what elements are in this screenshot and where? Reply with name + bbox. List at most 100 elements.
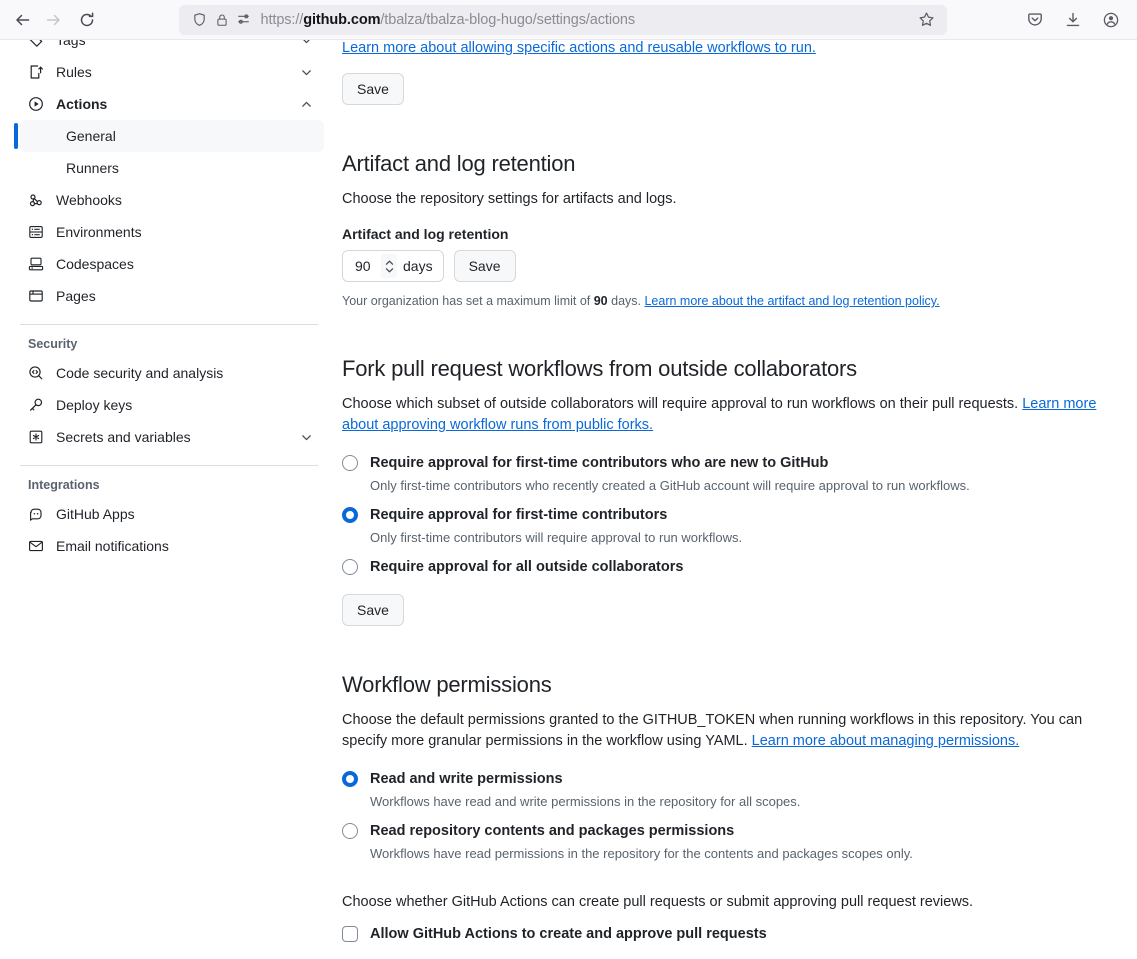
radio-label: Read repository contents and packages pe… xyxy=(370,823,735,839)
radio-button-selected[interactable] xyxy=(342,507,358,523)
sidebar-item-deploy-keys[interactable]: Deploy keys xyxy=(14,389,324,421)
radio-option-read-and-write[interactable]: Read and write permissions xyxy=(342,768,1110,790)
webhook-icon xyxy=(28,192,44,208)
star-icon[interactable] xyxy=(913,7,941,33)
save-button-fork-workflows[interactable]: Save xyxy=(342,594,404,626)
tag-icon xyxy=(28,40,44,48)
code-security-icon xyxy=(28,365,44,381)
radio-button-selected[interactable] xyxy=(342,771,358,787)
artifact-retention-heading: Artifact and log retention xyxy=(342,151,576,176)
sidebar-subitem-label: General xyxy=(66,128,116,144)
url-domain: github.com xyxy=(303,11,381,28)
pages-icon xyxy=(28,288,44,304)
sidebar-item-label: GitHub Apps xyxy=(56,506,135,522)
note-suffix: days. xyxy=(607,294,645,308)
url-prefix: https:// xyxy=(260,11,304,28)
account-icon[interactable] xyxy=(1095,5,1127,35)
sidebar-item-label: Rules xyxy=(56,64,92,80)
radio-label: Read and write permissions xyxy=(370,771,563,787)
sidebar-item-webhooks[interactable]: Webhooks xyxy=(14,184,324,216)
checkbox-option-allow-create-approve-prs[interactable]: Allow GitHub Actions to create and appro… xyxy=(342,923,1110,945)
sidebar-item-pages[interactable]: Pages xyxy=(14,280,324,312)
sidebar-item-code-security-and-analysis[interactable]: Code security and analysis xyxy=(14,357,324,389)
radio-button[interactable] xyxy=(342,559,358,575)
chevron-down-icon[interactable] xyxy=(298,429,314,445)
sidebar-item-label: Secrets and variables xyxy=(56,429,191,445)
radio-option-first-time-new-to-github[interactable]: Require approval for first-time contribu… xyxy=(342,452,1110,474)
github-apps-icon xyxy=(28,506,44,522)
sidebar-item-tags[interactable]: Tags xyxy=(14,40,324,56)
url-path: /tbalza/tbalza-blog-hugo/settings/action… xyxy=(380,11,636,28)
browser-toolbar: https://github.com/tbalza/tbalza-blog-hu… xyxy=(0,0,1137,40)
sidebar-item-actions[interactable]: Actions xyxy=(14,88,324,120)
sidebar-subitem-label: Runners xyxy=(66,160,119,176)
sidebar-divider xyxy=(20,465,318,466)
radio-option-read-contents-packages[interactable]: Read repository contents and packages pe… xyxy=(342,820,1110,842)
sidebar-item-label: Tags xyxy=(56,40,86,48)
key-icon xyxy=(28,397,44,413)
page-permissions-icon[interactable] xyxy=(233,11,255,29)
note-prefix: Your organization has set a maximum limi… xyxy=(342,294,594,308)
secrets-icon xyxy=(28,429,44,445)
sidebar-item-label: Pages xyxy=(56,288,96,304)
sidebar-item-secrets-and-variables[interactable]: Secrets and variables xyxy=(14,421,324,453)
chevron-down-icon xyxy=(298,40,314,48)
fork-workflows-heading: Fork pull request workflows from outside… xyxy=(342,356,857,381)
sidebar-item-label: Code security and analysis xyxy=(56,365,224,381)
settings-sidebar: Tags Rules Actions General Runners Webho… xyxy=(0,40,334,959)
radio-description: Workflows have read permissions in the r… xyxy=(370,846,913,861)
lock-icon[interactable] xyxy=(211,11,233,29)
address-bar[interactable]: https://github.com/tbalza/tbalza-blog-hu… xyxy=(178,4,947,35)
sidebar-item-environments[interactable]: Environments xyxy=(14,216,324,248)
checkbox-label: Allow GitHub Actions to create and appro… xyxy=(370,926,767,942)
page-body: Tags Rules Actions General Runners Webho… xyxy=(0,40,1137,959)
back-arrow-icon[interactable] xyxy=(8,5,38,35)
settings-main: Learn more about allowing specific actio… xyxy=(334,40,1137,959)
artifact-retention-policy-link[interactable]: Learn more about the artifact and log re… xyxy=(644,294,939,308)
note-limit: 90 xyxy=(593,294,608,308)
sidebar-item-github-apps[interactable]: GitHub Apps xyxy=(14,498,324,530)
artifact-retention-controls: 90 days Save xyxy=(342,250,1110,282)
sidebar-item-codespaces[interactable]: Codespaces xyxy=(14,248,324,280)
retention-days-stepper[interactable]: 90 days xyxy=(342,250,444,282)
fork-description-text: Choose which subset of outside collabora… xyxy=(342,396,1023,412)
checkbox[interactable] xyxy=(342,926,358,942)
workflow-permissions-heading: Workflow permissions xyxy=(342,672,552,697)
sidebar-item-label: Email notifications xyxy=(56,538,169,554)
sidebar-item-label: Deploy keys xyxy=(56,397,133,413)
sidebar-item-general[interactable]: General xyxy=(14,120,324,152)
radio-label: Require approval for all outside collabo… xyxy=(370,559,684,575)
radio-label: Require approval for first-time contribu… xyxy=(370,455,829,471)
toolbar-right-icons xyxy=(1019,5,1129,35)
shield-icon[interactable] xyxy=(189,11,211,29)
download-icon[interactable] xyxy=(1057,5,1089,35)
artifact-retention-note: Your organization has set a maximum limi… xyxy=(342,292,1110,310)
radio-option-first-time-contributors[interactable]: Require approval for first-time contribu… xyxy=(342,504,1110,526)
url-text[interactable]: https://github.com/tbalza/tbalza-blog-hu… xyxy=(255,12,913,28)
artifact-retention-description: Choose the repository settings for artif… xyxy=(342,191,677,207)
radio-description: Only first-time contributors who recentl… xyxy=(370,478,970,493)
sidebar-item-runners[interactable]: Runners xyxy=(20,152,324,184)
sidebar-item-label: Webhooks xyxy=(56,192,122,208)
allowing-actions-learn-more-link[interactable]: Learn more about allowing specific actio… xyxy=(342,40,816,56)
pocket-icon[interactable] xyxy=(1019,5,1051,35)
radio-button[interactable] xyxy=(342,823,358,839)
radio-option-all-outside-collaborators[interactable]: Require approval for all outside collabo… xyxy=(342,556,1110,578)
radio-button[interactable] xyxy=(342,455,358,471)
chevron-down-icon[interactable] xyxy=(298,64,314,80)
stepper-arrows-icon[interactable] xyxy=(381,254,397,278)
reload-icon[interactable] xyxy=(72,5,102,35)
sidebar-item-label: Environments xyxy=(56,224,142,240)
sidebar-item-rules[interactable]: Rules xyxy=(14,56,324,88)
rules-icon xyxy=(28,64,44,80)
sidebar-item-email-notifications[interactable]: Email notifications xyxy=(14,530,324,562)
retention-days-value[interactable]: 90 xyxy=(355,258,375,274)
play-circle-icon xyxy=(28,96,44,112)
save-button-artifact-retention[interactable]: Save xyxy=(453,250,516,282)
sidebar-heading-security: Security xyxy=(28,337,78,351)
managing-permissions-link[interactable]: Learn more about managing permissions. xyxy=(752,733,1020,749)
chevron-up-icon[interactable] xyxy=(298,96,314,112)
save-button-actions-permissions[interactable]: Save xyxy=(342,73,404,105)
workflow-permissions-description: Choose the default permissions granted t… xyxy=(342,710,1110,752)
radio-description: Workflows have read and write permission… xyxy=(370,794,801,809)
